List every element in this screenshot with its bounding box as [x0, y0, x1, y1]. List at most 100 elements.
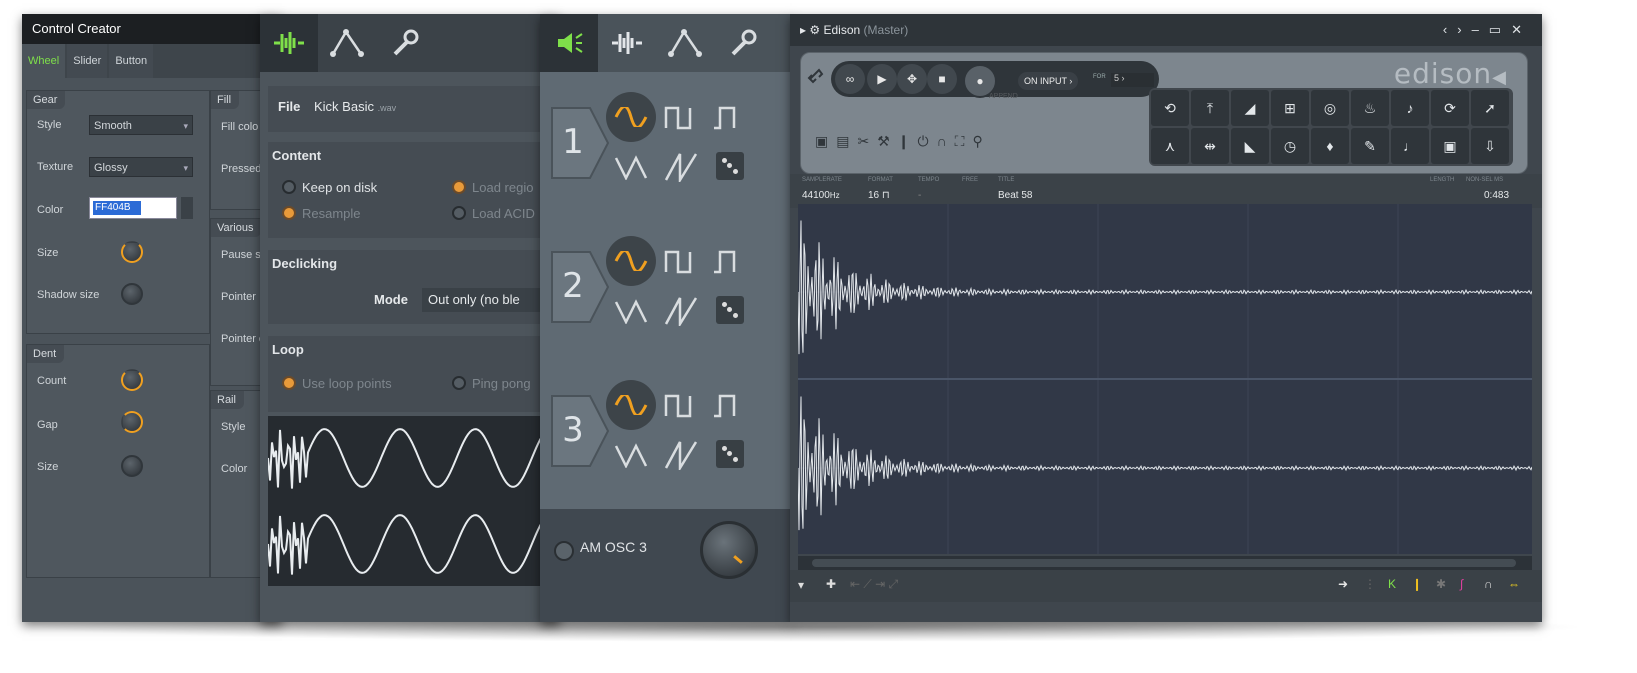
waveform-tab[interactable]	[260, 14, 318, 72]
tab-wheel[interactable]: Wheel	[22, 44, 66, 78]
saw-wave-icon[interactable]	[664, 440, 698, 470]
sine-wave-button[interactable]	[606, 236, 656, 286]
load-regions-option[interactable]: Load regio	[452, 180, 533, 195]
tune-icon[interactable]: ♪	[1391, 90, 1429, 126]
export-icon[interactable]: ⇩	[1471, 128, 1509, 164]
square-wave-icon[interactable]	[664, 104, 694, 130]
random-wave-button[interactable]	[716, 152, 744, 180]
save-icon[interactable]: ▣	[815, 133, 828, 150]
saw-wave-icon[interactable]	[664, 152, 698, 182]
wrench-icon[interactable]: ⚒	[877, 133, 890, 150]
square-wave-icon[interactable]	[664, 392, 694, 418]
pulse-wave-icon[interactable]	[712, 248, 742, 274]
square-wave-icon[interactable]	[664, 248, 694, 274]
triangle-wave-icon[interactable]	[614, 442, 648, 468]
select-icon[interactable]: ➚	[1471, 90, 1509, 126]
expand-arrow-icon[interactable]: ▸	[800, 23, 806, 37]
marker-icon[interactable]: ❙	[898, 133, 910, 150]
prev-icon[interactable]: ‹	[1443, 22, 1457, 37]
minimize-icon[interactable]: –	[1472, 22, 1489, 37]
noise-icon[interactable]: ◎	[1311, 90, 1349, 126]
drop-icon[interactable]: ♦	[1311, 128, 1349, 164]
add-marker-icon[interactable]: ✚	[826, 577, 836, 591]
arrow-right-icon[interactable]: ➜	[1338, 577, 1348, 591]
sine-wave-button[interactable]	[606, 92, 656, 142]
file-name[interactable]: Kick Basic .wav	[314, 99, 396, 114]
settings-tab[interactable]	[714, 14, 772, 72]
resample-option[interactable]: Resample	[282, 206, 361, 221]
on-input-select[interactable]: ON INPUT ›	[1018, 72, 1079, 90]
stretch-icon[interactable]: ⇔	[1508, 577, 1520, 591]
move-button[interactable]: ✥	[897, 64, 927, 94]
gear-texture-select[interactable]: Glossy ▾	[89, 157, 193, 177]
loop-icon[interactable]: ⟳	[1431, 90, 1469, 126]
clock-icon[interactable]: ◷	[1271, 128, 1309, 164]
title-value[interactable]: Beat 58	[998, 190, 1032, 201]
cut-icon[interactable]: ✂	[857, 133, 869, 150]
loop-button[interactable]: ∞	[835, 64, 865, 94]
gear-shadow-knob[interactable]	[121, 283, 143, 305]
for-value-field[interactable]: 5 ›	[1111, 73, 1154, 87]
page-icon[interactable]: ▤	[836, 133, 849, 150]
dent-count-knob[interactable]	[121, 369, 143, 391]
gear-size-knob[interactable]	[121, 241, 143, 263]
pitch-icon[interactable]: ♩	[1391, 128, 1429, 164]
pulse-wave-icon[interactable]	[712, 104, 742, 130]
magnet-icon[interactable]: ∩	[1484, 577, 1493, 591]
speaker-tab[interactable]	[540, 14, 598, 72]
gear-color-input[interactable]: FF404B	[89, 197, 177, 219]
dent-gap-knob[interactable]	[121, 411, 143, 433]
tempo-value[interactable]: -	[918, 190, 921, 201]
eq-icon[interactable]: ♨	[1351, 90, 1389, 126]
stop-button[interactable]: ■	[927, 64, 957, 94]
edison-waveform-area[interactable]	[797, 204, 1533, 554]
keep-on-disk-option[interactable]: Keep on disk	[282, 180, 377, 195]
am-osc-knob[interactable]	[700, 521, 758, 579]
amp-icon[interactable]: ⊞	[1271, 90, 1309, 126]
color-picker-button[interactable]	[181, 197, 193, 219]
scrollbar-thumb[interactable]	[812, 559, 1516, 567]
split-icon[interactable]: ⋏	[1151, 128, 1189, 164]
envelope-tab[interactable]	[656, 14, 714, 72]
dropdown-arrow-icon[interactable]: ▾	[798, 578, 804, 592]
green-marker-icon[interactable]: K	[1388, 577, 1396, 591]
load-acid-option[interactable]: Load ACID	[452, 206, 535, 221]
save-icon[interactable]: ▣	[1431, 128, 1469, 164]
random-wave-button[interactable]	[716, 440, 744, 468]
ping-pong-option[interactable]: Ping pong	[452, 376, 531, 391]
speaker-icon[interactable]: ◀	[1492, 67, 1507, 88]
link-icon[interactable]	[807, 67, 825, 85]
tab-slider[interactable]: Slider	[67, 44, 108, 78]
triangle-wave-icon[interactable]	[614, 154, 648, 180]
power-icon[interactable]: ⏻	[918, 133, 929, 150]
use-loop-points-option[interactable]: Use loop points	[282, 376, 392, 391]
dent-size-knob[interactable]	[121, 455, 143, 477]
envelope-tab[interactable]	[318, 14, 376, 72]
triangle-wave-icon[interactable]	[614, 298, 648, 324]
next-icon[interactable]: ›	[1457, 22, 1471, 37]
maximize-icon[interactable]: ▭	[1489, 22, 1511, 37]
reverse-icon[interactable]: ⟲	[1151, 90, 1189, 126]
play-button[interactable]: ▶	[867, 64, 897, 94]
snap-icon[interactable]: ✱	[1436, 577, 1446, 591]
fit-icon[interactable]: ⛶	[955, 133, 965, 150]
settings-tab[interactable]	[376, 14, 434, 72]
marker-nav-icon[interactable]: ⇤ ⟋ ⇥ ⤢	[850, 577, 898, 592]
trim-icon[interactable]: ⇹	[1191, 128, 1229, 164]
sine-wave-button[interactable]	[606, 380, 656, 430]
zoom-icon[interactable]: ⚲	[972, 133, 982, 150]
format-field[interactable]: 16 ⊓	[868, 190, 890, 201]
pulse-wave-icon[interactable]	[712, 392, 742, 418]
gear-style-select[interactable]: Smooth ▾	[89, 115, 193, 135]
close-icon[interactable]: ✕	[1511, 22, 1532, 37]
gear-icon[interactable]: ⚙	[809, 23, 820, 37]
tab-button[interactable]: Button	[109, 44, 154, 78]
pen-icon[interactable]: ✎	[1351, 128, 1389, 164]
yellow-marker-icon[interactable]: ❙	[1412, 577, 1422, 591]
saw-wave-icon[interactable]	[664, 296, 698, 326]
random-wave-button[interactable]	[716, 296, 744, 324]
waveform-tab[interactable]	[598, 14, 656, 72]
magnet-icon[interactable]: ∩	[937, 133, 947, 150]
beat-icon[interactable]: ⋮	[1364, 577, 1376, 591]
samplerate-field[interactable]: 44100Hz	[802, 190, 840, 201]
